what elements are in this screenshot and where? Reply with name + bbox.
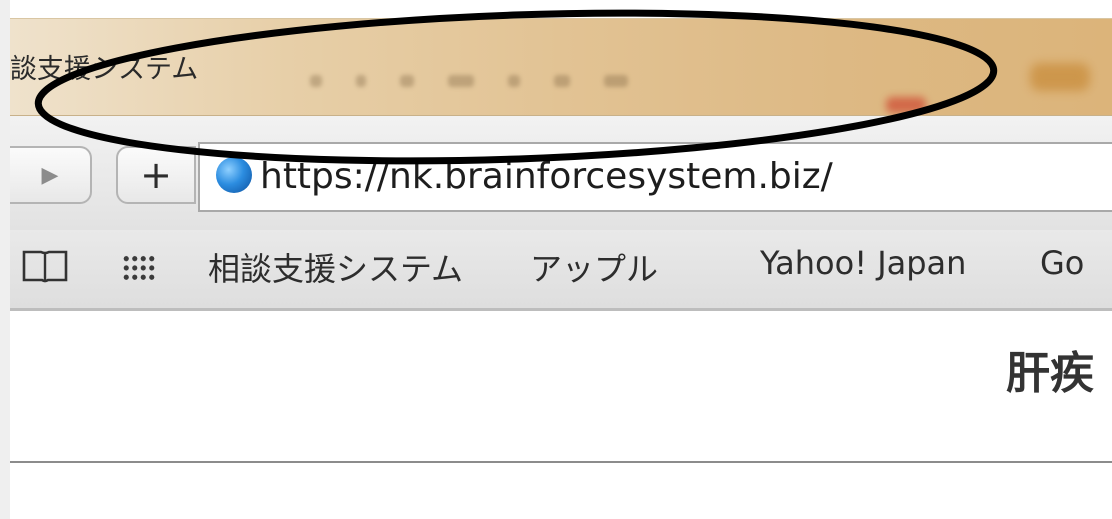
annotation-ellipse (34, 9, 998, 165)
